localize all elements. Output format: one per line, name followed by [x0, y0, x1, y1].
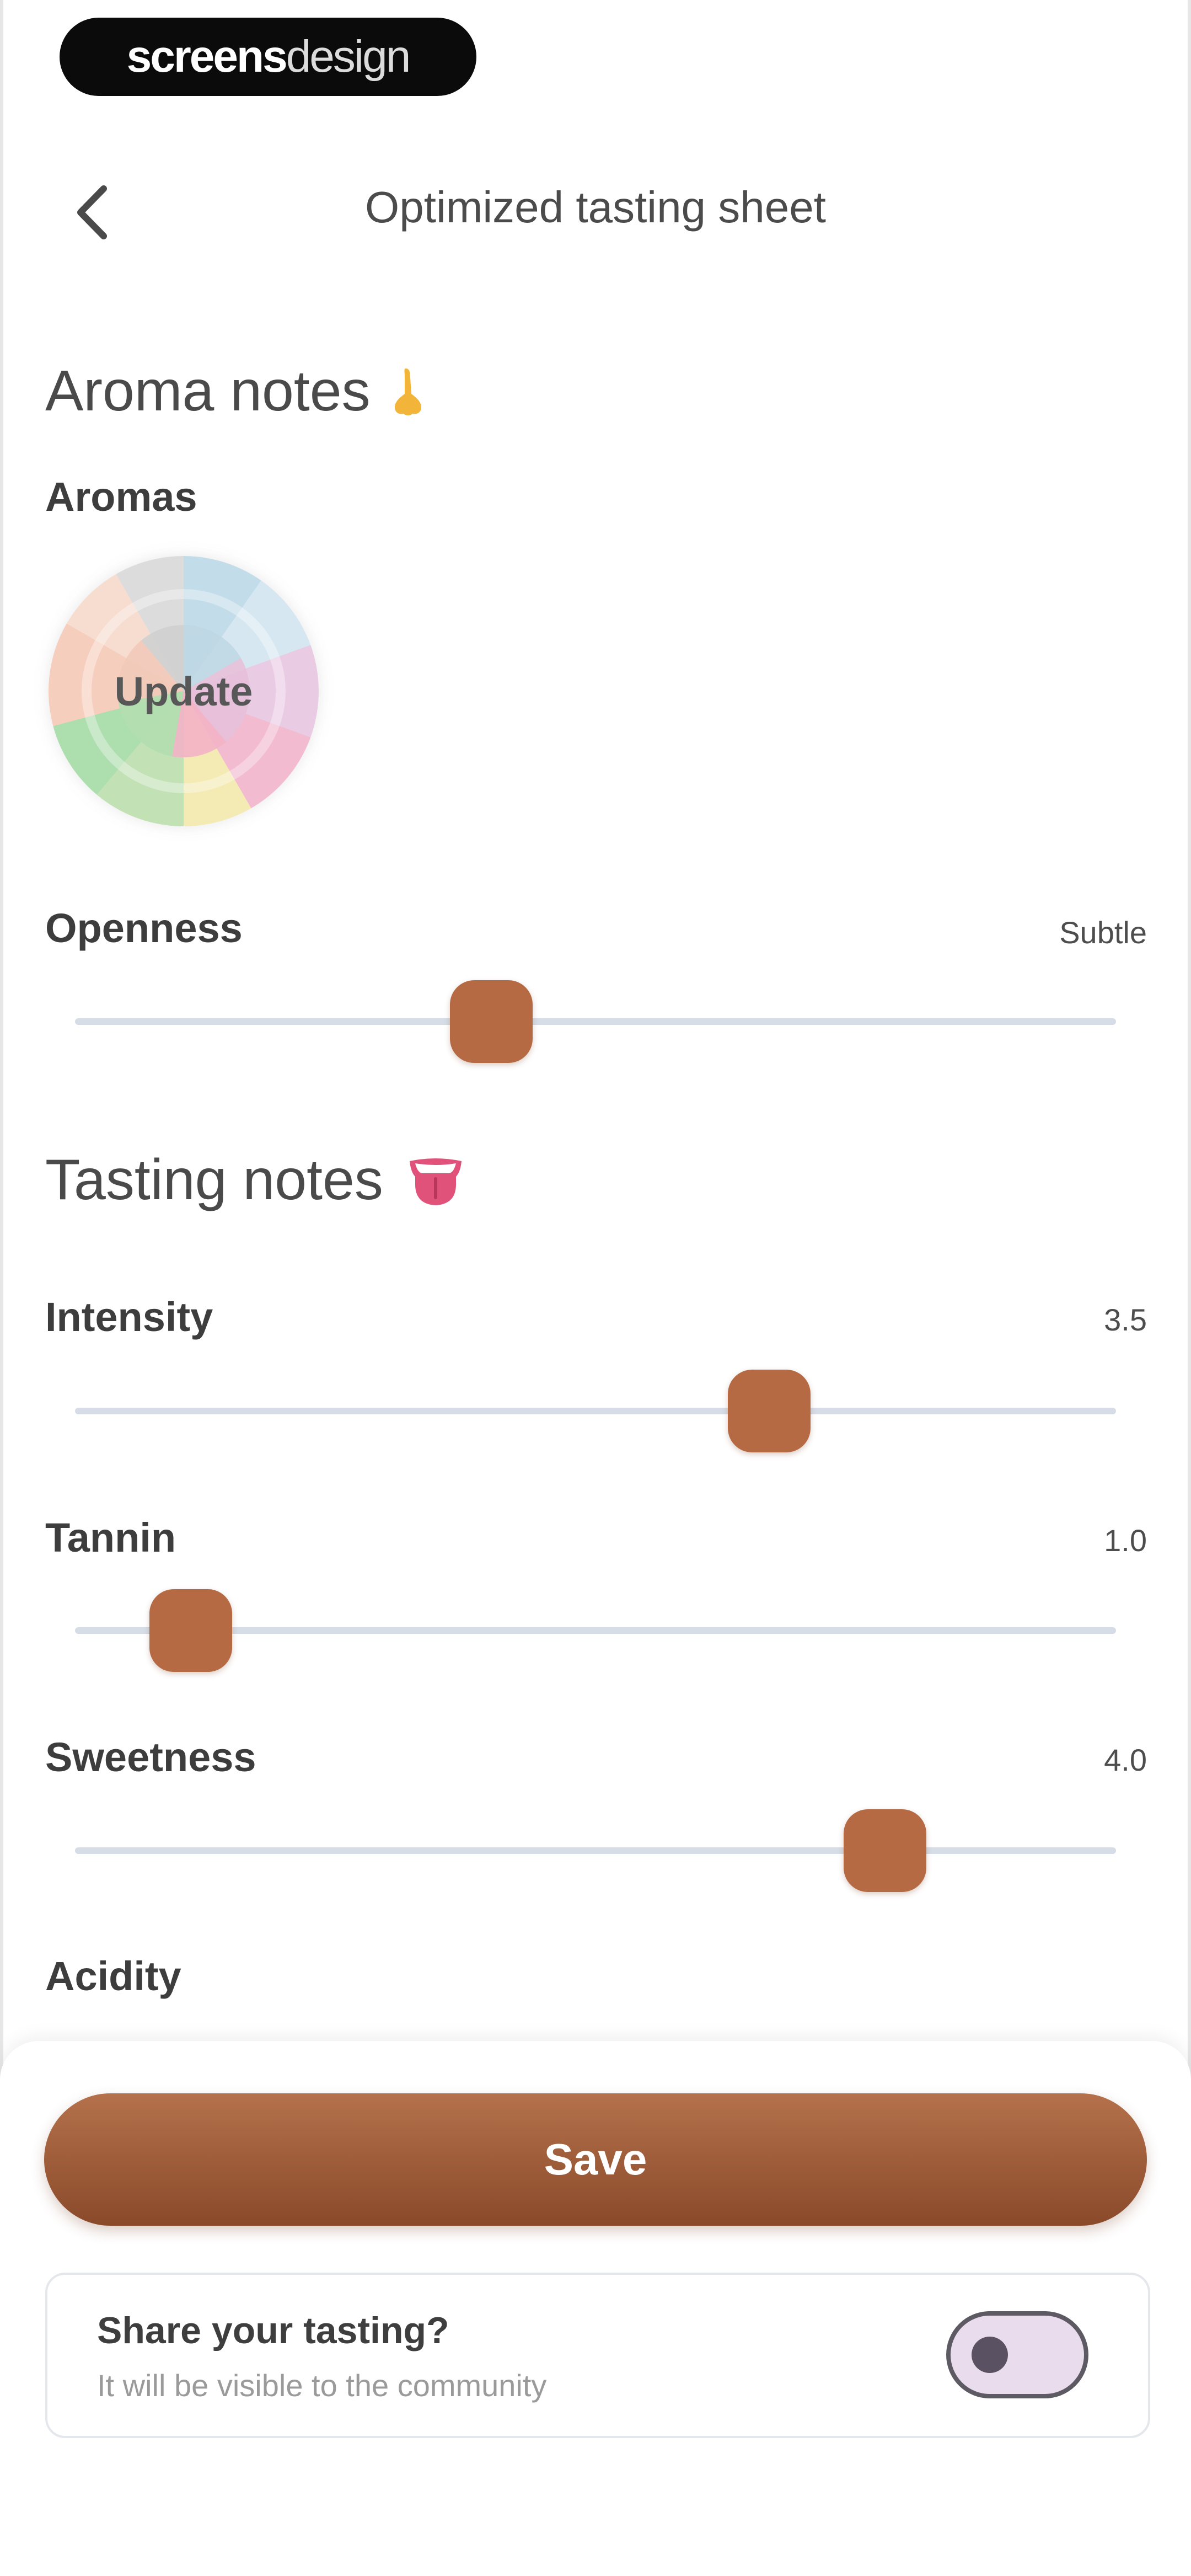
aroma-wheel-update-label: Update [114, 668, 253, 714]
page-title: Optimized tasting sheet [365, 183, 826, 232]
openness-value: Subtle [1059, 915, 1147, 950]
watermark-badge: screens design [60, 18, 476, 96]
sweetness-slider[interactable] [75, 1809, 1116, 1892]
intensity-label: Intensity [45, 1294, 213, 1340]
intensity-slider-thumb[interactable] [728, 1370, 811, 1452]
aroma-wheel-button[interactable]: Update [49, 556, 319, 826]
sweetness-value: 4.0 [1104, 1743, 1147, 1777]
watermark-bold-text: screens [126, 31, 288, 82]
sweetness-slider-thumb[interactable] [843, 1809, 926, 1892]
openness-slider-track [75, 1018, 1116, 1025]
share-toggle-knob [972, 2337, 1008, 2373]
intensity-slider[interactable] [75, 1370, 1116, 1452]
openness-slider[interactable] [75, 980, 1116, 1063]
intensity-slider-track [75, 1408, 1116, 1414]
tannin-value: 1.0 [1104, 1523, 1147, 1558]
openness-slider-thumb[interactable] [450, 980, 533, 1063]
nose-emoji-icon [393, 365, 423, 418]
aroma-notes-title: Aroma notes [45, 359, 371, 423]
tannin-slider-thumb[interactable] [149, 1589, 232, 1672]
share-tasting-title: Share your tasting? [97, 2310, 449, 2351]
aromas-label: Aromas [45, 474, 197, 520]
sweetness-label: Sweetness [45, 1734, 256, 1780]
share-tasting-card: Share your tasting? It will be visible t… [45, 2273, 1150, 2438]
sweetness-slider-track [75, 1847, 1116, 1854]
intensity-value: 3.5 [1104, 1302, 1147, 1337]
tasting-notes-title: Tasting notes [45, 1148, 383, 1212]
share-toggle[interactable] [946, 2311, 1088, 2398]
aroma-notes-heading: Aroma notes [45, 359, 423, 424]
tannin-label: Tannin [45, 1515, 176, 1560]
save-button[interactable]: Save [44, 2093, 1147, 2226]
watermark-light-text: design [286, 31, 411, 82]
tannin-slider[interactable] [75, 1589, 1116, 1672]
tongue-emoji-icon [405, 1150, 466, 1211]
share-tasting-subtitle: It will be visible to the community [97, 2368, 547, 2403]
acidity-label: Acidity [45, 1953, 181, 1999]
openness-label: Openness [45, 905, 243, 951]
tasting-notes-heading: Tasting notes [45, 1147, 466, 1213]
